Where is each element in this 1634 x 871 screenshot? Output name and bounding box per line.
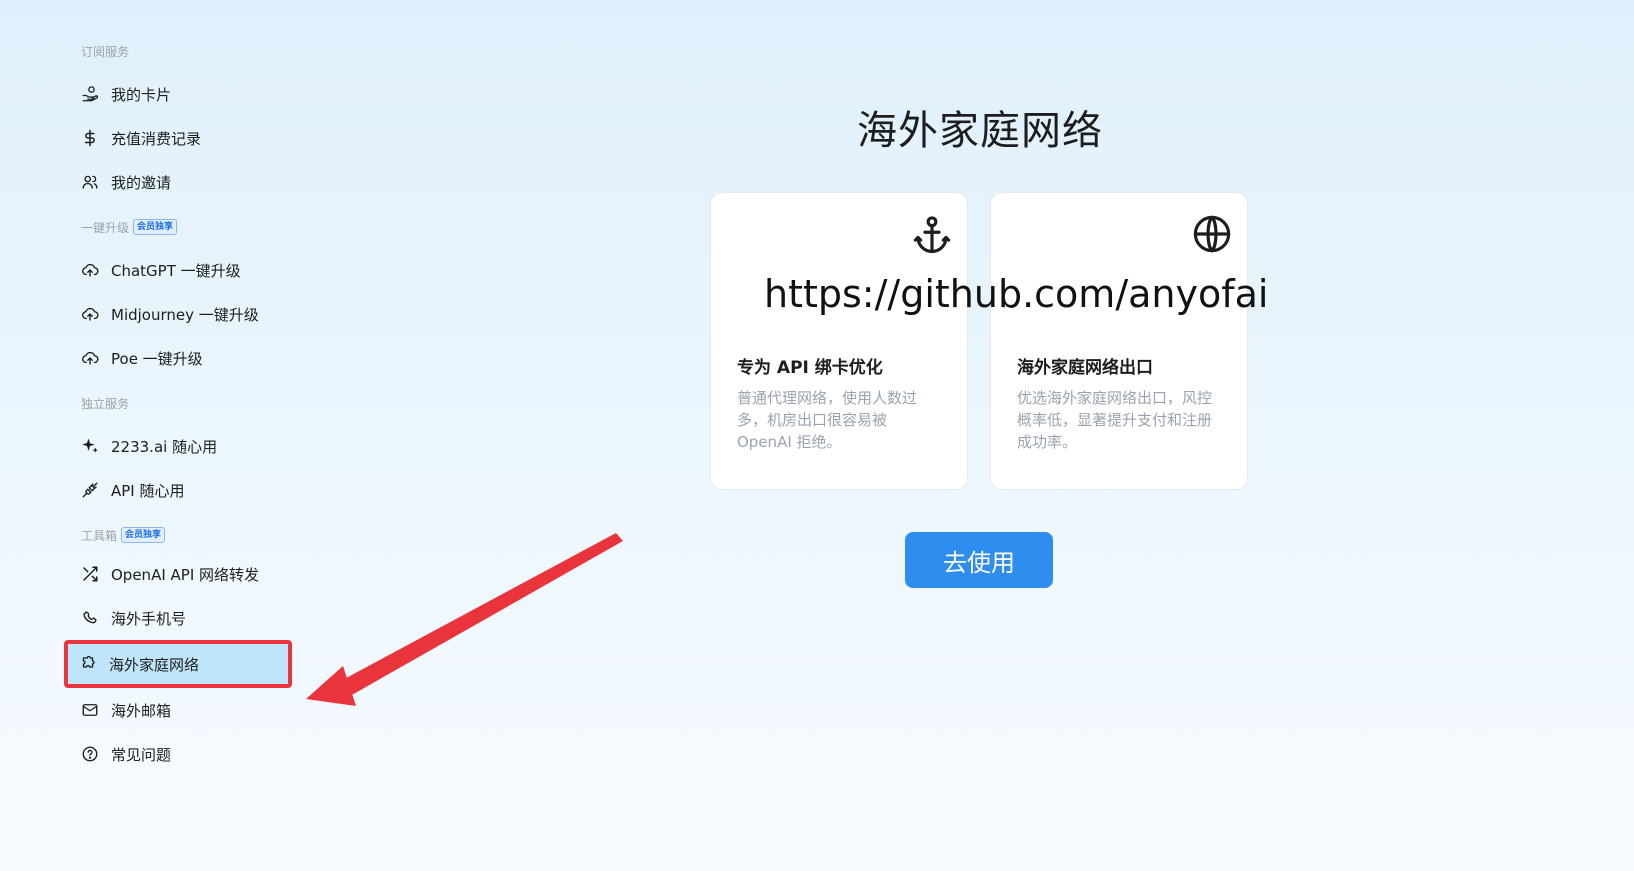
page-title-text: 海外家庭网络: [857, 108, 1103, 154]
url-watermark: https://github.com/anyofai: [764, 272, 1269, 316]
arrow-shaft: [335, 533, 623, 700]
sidebar-item-api[interactable]: API 随心用: [66, 468, 292, 512]
card-description: 优选海外家庭网络出口，风控概率低，显著提升支付和注册成功率。: [1017, 389, 1213, 451]
phone-icon: [81, 609, 99, 627]
page-title: 海外家庭网络: [0, 98, 1634, 156]
sidebar-item-overseas-phone[interactable]: 海外手机号: [66, 596, 292, 640]
section-label: 独立服务: [81, 396, 130, 411]
puzzle-icon: [79, 655, 97, 673]
section-label: 订阅服务: [81, 44, 130, 59]
section-label: 工具箱: [81, 528, 118, 543]
use-button[interactable]: 去使用: [905, 532, 1053, 588]
sidebar-item-overseas-email[interactable]: 海外邮箱: [66, 688, 292, 732]
sidebar-item-label: 常见问题: [111, 745, 172, 764]
section-label: 一键升级: [81, 220, 130, 235]
sidebar-item-label: 海外手机号: [111, 609, 187, 628]
sidebar-item-label: API 随心用: [111, 481, 185, 500]
sidebar-item-label: 海外邮箱: [111, 701, 172, 720]
sidebar-item-my-invites[interactable]: 我的邀请: [66, 160, 292, 204]
section-title-toolbox: 工具箱 会员独享: [66, 524, 326, 546]
users-icon: [81, 173, 99, 191]
sidebar-item-chatgpt-upgrade[interactable]: ChatGPT 一键升级: [66, 248, 292, 292]
sidebar-item-label: Poe 一键升级: [111, 349, 203, 368]
sidebar-item-label: OpenAI API 网络转发: [111, 565, 260, 584]
section-title-standalone: 独立服务: [66, 392, 326, 414]
sidebar-item-faq[interactable]: 常见问题: [66, 732, 292, 776]
feature-card-home-network: 海外家庭网络出口 优选海外家庭网络出口，风控概率低，显著提升支付和注册成功率。: [990, 192, 1248, 490]
sidebar-item-label: 2233.ai 随心用: [111, 437, 218, 456]
mail-icon: [81, 701, 99, 719]
sidebar-item-label: 海外家庭网络: [109, 655, 200, 674]
sidebar-item-poe-upgrade[interactable]: Poe 一键升级: [66, 336, 292, 380]
sidebar-item-label: ChatGPT 一键升级: [111, 261, 241, 280]
feature-card-api: 专为 API 绑卡优化 普通代理网络，使用人数过多，机房出口很容易被 OpenA…: [710, 192, 968, 490]
sparkle-icon: [81, 437, 99, 455]
sidebar-item-2233ai[interactable]: 2233.ai 随心用: [66, 424, 292, 468]
card-description: 普通代理网络，使用人数过多，机房出口很容易被 OpenAI 拒绝。: [737, 389, 918, 451]
member-badge: 会员独享: [121, 527, 166, 543]
help-circle-icon: [81, 745, 99, 763]
card-title: 海外家庭网络出口: [1017, 358, 1153, 378]
anchor-icon: [911, 213, 953, 255]
globe-icon: [1191, 213, 1233, 255]
sidebar-item-label: 我的邀请: [111, 173, 172, 192]
sidebar-item-midjourney-upgrade[interactable]: Midjourney 一键升级: [66, 292, 292, 336]
sidebar-item-openai-api-forward[interactable]: OpenAI API 网络转发: [66, 552, 292, 596]
cloud-upload-icon: [81, 305, 99, 323]
shuffle-icon: [81, 565, 99, 583]
cloud-upload-icon: [81, 261, 99, 279]
sidebar-item-label: Midjourney 一键升级: [111, 305, 259, 324]
section-title-subscription: 订阅服务: [66, 40, 326, 62]
cloud-upload-icon: [81, 349, 99, 367]
sidebar-item-overseas-home-network[interactable]: 海外家庭网络: [64, 640, 292, 688]
card-title: 专为 API 绑卡优化: [737, 358, 883, 378]
plug-icon: [81, 481, 99, 499]
section-title-upgrade: 一键升级 会员独享: [66, 216, 326, 238]
member-badge: 会员独享: [133, 219, 178, 235]
